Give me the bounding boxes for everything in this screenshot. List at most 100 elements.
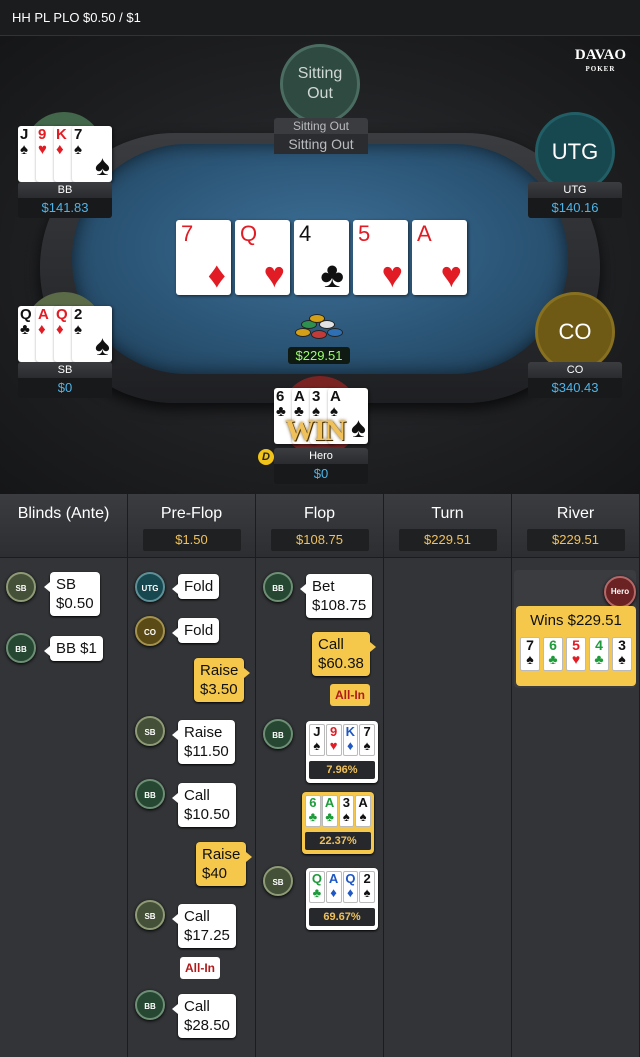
seat-top-status: Sitting Out	[274, 134, 368, 154]
mini-card: 4 ♣	[589, 637, 609, 671]
seat-utg[interactable]: UTG	[535, 112, 615, 192]
seat-bb-name: BB	[18, 182, 112, 198]
column-header-flop: Flop $108.75	[256, 494, 384, 558]
showdown-hand-hero: 6 ♣ A ♣ 3 ♠ A ♠ 22.37%	[302, 792, 374, 854]
showdown-hand-sb: Q ♣ A ♦ Q ♦ 2 ♠ 69.67%	[306, 868, 378, 930]
position-badge-bb: BB	[263, 572, 293, 602]
column-turn	[384, 558, 512, 1057]
mini-card: 3 ♠	[338, 795, 355, 827]
hero-action-bubble: Raise $40	[196, 842, 253, 886]
mini-card: 5 ♥	[566, 637, 586, 671]
showdown-hand-bb: J ♠ 9 ♥ K ♦ 7 ♠ 7.96%	[306, 721, 378, 783]
action-bubble: Raise $11.50	[172, 720, 235, 764]
wins-label: Wins $229.51	[530, 612, 622, 629]
position-badge-sb: SB	[263, 866, 293, 896]
mini-card: 2 ♠	[359, 871, 375, 903]
mini-card: Q ♣	[309, 871, 325, 903]
seat-utg-stack: $140.16	[528, 198, 622, 218]
mini-card: Q ♦	[342, 871, 359, 903]
position-badge-sb: SB	[135, 716, 165, 746]
seat-utg-name: UTG	[528, 182, 622, 198]
position-badge-bb: BB	[135, 779, 165, 809]
mini-card: A ♦	[325, 871, 342, 903]
mini-card: 3 ♠	[612, 637, 632, 671]
equity-percent: 22.37%	[305, 832, 371, 850]
seat-co-plate: CO $340.43	[528, 362, 622, 398]
board-card: Q ♥	[235, 220, 290, 295]
column-header-turn: Turn $229.51	[384, 494, 512, 558]
action-bubble: Call $28.50	[172, 994, 236, 1038]
equity-percent: 69.67%	[309, 908, 375, 926]
column-pot: $229.51	[526, 529, 625, 551]
seat-co-name: CO	[528, 362, 622, 378]
pot-chips-icon	[291, 314, 351, 342]
action-bubble: BB $1	[44, 636, 103, 661]
mini-card: K ♦	[342, 724, 359, 756]
column-title: Turn	[431, 505, 464, 522]
position-badge-hero: Hero	[604, 576, 636, 608]
seat-sitting-out[interactable]: Sitting Out	[280, 44, 360, 124]
seat-co[interactable]: CO	[535, 292, 615, 372]
mini-card: 9 ♥	[325, 724, 342, 756]
hero-action-bubble: Call $60.38	[312, 632, 376, 676]
column-title: Blinds (Ante)	[17, 505, 110, 522]
all-in-tag: All-In	[180, 957, 220, 979]
hero-action-bubble: Raise $3.50	[194, 658, 251, 702]
mini-card: 6 ♣	[543, 637, 563, 671]
column-title: Pre-Flop	[160, 505, 223, 522]
seat-bb-stack: $141.83	[18, 198, 112, 218]
board-card: 7 ♦	[176, 220, 231, 295]
position-badge-utg: UTG	[135, 572, 165, 602]
action-bubble: Bet $108.75	[299, 574, 373, 618]
seat-bb-plate: BB $141.83	[18, 182, 112, 218]
column-header-river: River $229.51	[512, 494, 640, 558]
seat-top-name: Sitting Out	[274, 118, 368, 134]
position-badge-bb: BB	[135, 990, 165, 1020]
position-badge-sb: SB	[135, 900, 165, 930]
mini-card: A ♣	[321, 795, 338, 827]
davao-poker-logo: DAVAO POKER	[574, 47, 626, 74]
seat-co-stack: $340.43	[528, 378, 622, 398]
mini-card: 7 ♠	[359, 724, 375, 756]
column-title: Flop	[303, 505, 336, 522]
board-card: A ♥	[412, 220, 467, 295]
action-bubble: Fold	[171, 618, 220, 643]
mini-card: 7 ♠	[520, 637, 540, 671]
mini-card: J ♠	[309, 724, 325, 756]
seat-hero-name: Hero	[274, 448, 368, 464]
seat-top-plate: Sitting Out Sitting Out	[274, 118, 368, 154]
poker-table-area: DAVAO POKER Sitting Out Sitting Out Sitti…	[0, 36, 640, 494]
column-pot: $1.50	[142, 529, 241, 551]
hand-history-panel: Blinds (Ante) Pre-Flop $1.50 Flop $108.7…	[0, 494, 640, 1057]
win-banner: WIN	[285, 414, 346, 447]
all-in-tag: All-In	[330, 684, 370, 706]
position-badge-sb: SB	[6, 572, 36, 602]
dealer-button-icon: D	[258, 449, 274, 465]
seat-utg-plate: UTG $140.16	[528, 182, 622, 218]
seat-sb-stack: $0	[18, 378, 112, 398]
column-title: River	[556, 505, 595, 522]
action-bubble: Call $17.25	[172, 904, 236, 948]
mini-card: A ♠	[355, 795, 371, 827]
action-bubble: Call $10.50	[172, 783, 236, 827]
action-bubble: SB $0.50	[44, 572, 100, 616]
board-card: 5 ♥	[353, 220, 408, 295]
column-pot: $108.75	[270, 529, 369, 551]
winning-hand: Wins $229.51 7 ♠ 6 ♣ 5 ♥ 4 ♣ 3 ♠	[516, 606, 636, 686]
mini-card: 6 ♣	[305, 795, 321, 827]
seat-sb-plate: SB $0	[18, 362, 112, 398]
position-badge-bb: BB	[263, 719, 293, 749]
board-card: 4 ♣	[294, 220, 349, 295]
action-bubble: Fold	[171, 574, 220, 599]
equity-percent: 7.96%	[309, 761, 375, 779]
column-pot: $229.51	[398, 529, 497, 551]
seat-hero-stack: $0	[274, 464, 368, 484]
seat-hero-plate: Hero $0	[274, 448, 368, 484]
bb-hole-card: 7 ♠ ♠	[72, 126, 112, 182]
position-badge-co: CO	[135, 616, 165, 646]
sb-hole-card: 2 ♠ ♠	[72, 306, 112, 362]
pot-amount: $229.51	[288, 347, 350, 364]
seat-sb-name: SB	[18, 362, 112, 378]
column-header-preflop: Pre-Flop $1.50	[128, 494, 256, 558]
window-title: HH PL PLO $0.50 / $1	[0, 0, 640, 36]
